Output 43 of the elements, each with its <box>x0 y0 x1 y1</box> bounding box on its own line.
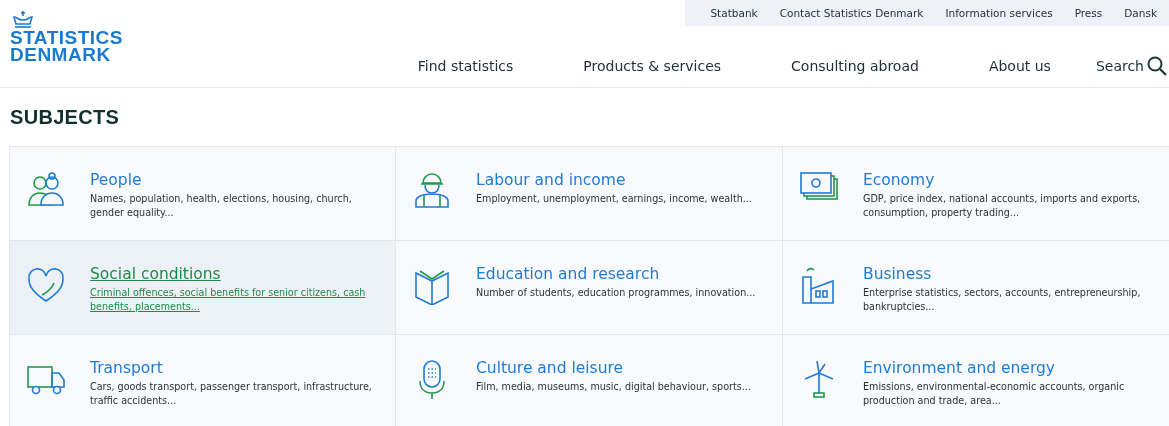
subject-description: Enterprise statistics, sectors, accounts, entrepreneurship, bankruptcies... <box>863 286 1142 314</box>
subject-link[interactable]: Education and research <box>476 265 660 283</box>
worker-icon <box>412 171 452 211</box>
subject-description: Number of students, education programmes, innovation... <box>476 286 757 300</box>
subject-description: Names, population, health, elections, housing, church, gender equality... <box>90 192 353 220</box>
search-button[interactable]: Search <box>1095 56 1167 76</box>
utility-link[interactable]: Dansk <box>1124 7 1157 19</box>
subject-link[interactable]: Business <box>863 265 932 283</box>
subject-card[interactable]: Environment and energy Emissions, environmental-economic accounts, organic production and trade, area... <box>783 335 1169 426</box>
subject-card[interactable]: Culture and leisure Film, media, museums, music, digital behaviour, sports... <box>396 335 783 426</box>
utility-link[interactable]: Information services <box>945 7 1053 19</box>
subject-link[interactable]: Culture and leisure <box>476 359 624 377</box>
subject-card[interactable]: Transport Cars, goods transport, passenger transport, infrastructure, traffic accidents... <box>10 335 396 426</box>
heart-icon <box>26 265 66 305</box>
subject-link[interactable]: Labour and income <box>476 171 626 189</box>
subject-link[interactable]: Social conditions <box>90 265 221 283</box>
subject-description: Emissions, environmental-economic accounts, organic production and trade, area... <box>863 380 1126 408</box>
subject-description: Cars, goods transport, passenger transport, infrastructure, traffic accidents... <box>90 380 373 408</box>
subject-card[interactable]: People Names, population, health, elections, housing, church, gender equality... <box>10 147 396 241</box>
subject-link[interactable]: Environment and energy <box>863 359 1055 377</box>
subject-link[interactable]: Economy <box>863 171 935 189</box>
subject-card[interactable]: Business Enterprise statistics, sectors, accounts, entrepreneurship, bankruptcies... <box>783 241 1169 335</box>
subject-card[interactable]: Labour and income Employment, unemployment, earnings, income, wealth... <box>396 147 783 241</box>
subject-card[interactable]: Social conditions Criminal offences, social benefits for senior citizens, cash benefits, placements... <box>10 241 396 335</box>
subject-description: Film, media, museums, music, digital behaviour, sports... <box>476 380 752 394</box>
subject-link[interactable]: Transport <box>90 359 163 377</box>
logo-wordmark: STATISTICS DENMARK <box>10 29 124 63</box>
utility-link[interactable]: Statbank <box>710 7 758 19</box>
subject-description: Employment, unemployment, earnings, income, wealth... <box>476 192 753 206</box>
utility-link[interactable]: Contact Statistics Denmark <box>779 7 924 19</box>
subject-link[interactable]: People <box>90 171 142 189</box>
subject-card[interactable]: Economy GDP, price index, national accounts, imports and exports, consumption, property trading... <box>783 147 1169 241</box>
nav-link[interactable]: About us <box>988 58 1051 74</box>
utility-link[interactable]: Press <box>1074 7 1103 19</box>
subject-card[interactable]: Education and research Number of students, education programmes, innovation... <box>396 241 783 335</box>
nav-link[interactable]: Consulting abroad <box>791 58 919 74</box>
subject-description: GDP, price index, national accounts, imports and exports, consumption, property trading... <box>863 192 1142 220</box>
search-icon <box>1147 56 1167 76</box>
crown-icon <box>11 11 35 29</box>
section-heading: SUBJECTS <box>10 106 121 130</box>
nav-link[interactable]: Find statistics <box>417 58 514 74</box>
subject-description: Criminal offences, social benefits for senior citizens, cash benefits, placements... <box>90 286 367 314</box>
nav-link[interactable]: Products & services <box>583 58 722 74</box>
